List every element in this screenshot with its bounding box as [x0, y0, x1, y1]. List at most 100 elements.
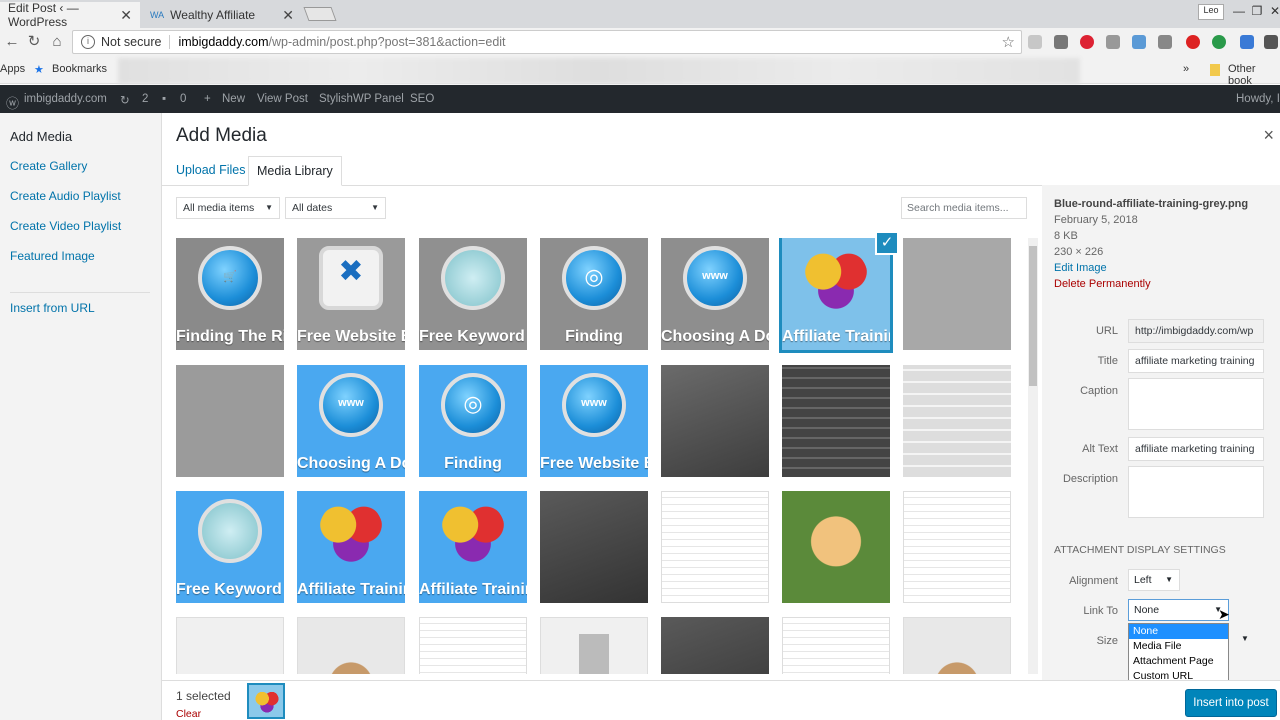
attachment-tile-avatar-photo[interactable] — [297, 617, 405, 674]
url-field[interactable]: http://imbigdaddy.com/wp — [1128, 319, 1264, 343]
adblock-icon[interactable] — [1186, 35, 1200, 49]
attachment-tile-testimonial[interactable] — [661, 491, 769, 603]
comments-count[interactable]: 0 — [180, 93, 186, 105]
seo-link[interactable]: SEO — [410, 93, 434, 105]
new-tab-button[interactable] — [303, 7, 337, 21]
option-media-file[interactable]: Media File — [1129, 639, 1228, 654]
home-icon[interactable]: ⌂ — [47, 32, 67, 52]
extension-icon[interactable] — [1240, 35, 1254, 49]
menu-create-video-playlist[interactable]: Create Video Playlist — [10, 219, 121, 233]
attachment-tile[interactable]: ◎ Finding — [540, 238, 648, 350]
view-post-link[interactable]: View Post — [257, 93, 308, 105]
search-media-input[interactable]: Search media items... — [901, 197, 1027, 219]
window-close-icon[interactable]: ✕ — [1262, 4, 1280, 20]
attachment-tile-keyboard-photo[interactable] — [782, 365, 890, 477]
attachment-tile[interactable]: www Free Website Builder — [540, 365, 648, 477]
tile-label: Affiliate Training — [297, 581, 405, 598]
menu-create-audio-playlist[interactable]: Create Audio Playlist — [10, 189, 121, 203]
menu-create-gallery[interactable]: Create Gallery — [10, 159, 87, 173]
attachment-tile-testimonial[interactable] — [782, 617, 890, 674]
bookmarks-link[interactable]: Bookmarks — [52, 63, 107, 75]
info-icon[interactable]: i — [81, 35, 95, 49]
wordpress-logo-icon[interactable]: ⓦ — [6, 93, 19, 112]
attachment-tile-file[interactable] — [540, 617, 648, 674]
checkmark-icon[interactable]: ✓ — [875, 231, 899, 255]
extension-icon[interactable] — [1212, 35, 1226, 49]
updates-count[interactable]: 2 — [142, 93, 148, 105]
alignment-select[interactable]: Left ▼ — [1128, 569, 1180, 591]
close-icon[interactable]: ✕ — [282, 7, 294, 24]
attachment-tile[interactable] — [176, 365, 284, 477]
insert-into-post-button[interactable]: Insert into post — [1185, 689, 1277, 717]
link-to-select[interactable]: None ▼ — [1128, 599, 1229, 621]
attachment-tile-selected[interactable]: Affiliate Training — [779, 238, 893, 353]
attachment-tile[interactable]: www Choosing A Domain — [661, 238, 769, 350]
attachment-tile-laptop-photo[interactable] — [661, 617, 769, 674]
attachment-tile[interactable]: Free Keyword Tool — [419, 238, 527, 350]
extension-icon[interactable] — [1028, 35, 1042, 49]
reload-icon[interactable]: ↻ — [24, 32, 44, 52]
comments-icon[interactable]: ▪ — [162, 93, 166, 105]
menu-add-media[interactable]: Add Media — [10, 129, 72, 144]
attachment-tile-laptop-photo[interactable] — [540, 491, 648, 603]
menu-featured-image[interactable]: Featured Image — [10, 249, 95, 263]
blurred-bookmarks — [118, 58, 1080, 84]
close-icon[interactable]: ✕ — [120, 7, 132, 24]
grid-scrollbar[interactable] — [1028, 238, 1038, 674]
attachment-tile[interactable]: www Choosing A Domain — [297, 365, 405, 477]
scrollbar-thumb[interactable] — [1029, 246, 1037, 386]
address-bar[interactable]: i Not secure imbigdaddy.com /wp-admin/po… — [72, 30, 1022, 54]
attachment-tile-avatar-photo[interactable] — [903, 617, 1011, 674]
extension-icon[interactable] — [1054, 35, 1068, 49]
apps-link[interactable]: Apps — [0, 63, 25, 75]
attachment-tile[interactable]: Affiliate Training — [297, 491, 405, 603]
option-none[interactable]: None — [1129, 624, 1228, 639]
tab-edit-post[interactable]: Edit Post ‹ — WordPress ✕ — [0, 1, 140, 29]
bookmark-star-icon[interactable]: ☆ — [1002, 33, 1015, 51]
attachment-tile[interactable] — [903, 238, 1011, 350]
attachment-tile[interactable]: Free Keyword Tool — [176, 491, 284, 603]
new-link[interactable]: New — [222, 93, 245, 105]
attachment-tile[interactable]: Affiliate Training — [419, 491, 527, 603]
attachment-tile[interactable]: ✖ Free Website Builder — [297, 238, 405, 350]
attachment-tile[interactable] — [176, 617, 284, 674]
clear-selection-link[interactable]: Clear — [176, 708, 201, 720]
description-field[interactable] — [1128, 466, 1264, 518]
more-bookmarks-icon[interactable]: » — [1183, 63, 1189, 75]
title-field[interactable]: affiliate marketing training — [1128, 349, 1264, 373]
delete-permanently-link[interactable]: Delete Permanently — [1054, 278, 1151, 290]
site-name-link[interactable]: imbigdaddy.com — [24, 93, 107, 105]
caption-field[interactable] — [1128, 378, 1264, 430]
attachment-tile-document[interactable] — [419, 617, 527, 674]
other-bookmarks-link[interactable]: Other book — [1228, 63, 1280, 87]
attachment-tile-testimonial[interactable] — [903, 491, 1011, 603]
attachment-tile-keyboard-photo[interactable] — [903, 365, 1011, 477]
date-filter[interactable]: All dates ▼ — [285, 197, 386, 219]
extension-icon[interactable] — [1106, 35, 1120, 49]
media-type-filter[interactable]: All media items ▼ — [176, 197, 280, 219]
extension-icon[interactable] — [1132, 35, 1146, 49]
attachment-tile[interactable]: ◎ Finding — [419, 365, 527, 477]
plus-icon[interactable]: + — [204, 93, 211, 105]
attachment-tile-avatar-photo[interactable] — [782, 491, 890, 603]
profile-badge[interactable]: Leo — [1198, 4, 1224, 20]
tab-wealthy-affiliate[interactable]: WA Wealthy Affiliate ✕ — [142, 2, 302, 28]
tab-upload-files[interactable]: Upload Files — [168, 156, 253, 186]
edit-image-link[interactable]: Edit Image — [1054, 262, 1107, 274]
back-arrow-icon[interactable]: ← — [2, 32, 22, 52]
option-attachment-page[interactable]: Attachment Page — [1129, 654, 1228, 669]
menu-insert-from-url[interactable]: Insert from URL — [10, 301, 95, 315]
howdy-user[interactable]: Howdy, I — [1236, 93, 1280, 105]
attachment-tile-laptop-photo[interactable] — [661, 365, 769, 477]
close-icon[interactable]: × — [1263, 125, 1274, 146]
stylishwp-link[interactable]: StylishWP Panel — [319, 93, 404, 105]
security-label: Not secure — [101, 35, 162, 49]
extension-icon[interactable] — [1080, 35, 1094, 49]
selected-thumbnail[interactable] — [247, 683, 285, 719]
alt-text-field[interactable]: affiliate marketing training — [1128, 437, 1264, 461]
attachment-tile[interactable]: 🛒 Finding The Right Product — [176, 238, 284, 350]
menu-icon[interactable] — [1264, 35, 1278, 49]
updates-icon[interactable]: ↻ — [120, 93, 130, 107]
extension-icon[interactable] — [1158, 35, 1172, 49]
tab-media-library[interactable]: Media Library — [248, 156, 342, 186]
